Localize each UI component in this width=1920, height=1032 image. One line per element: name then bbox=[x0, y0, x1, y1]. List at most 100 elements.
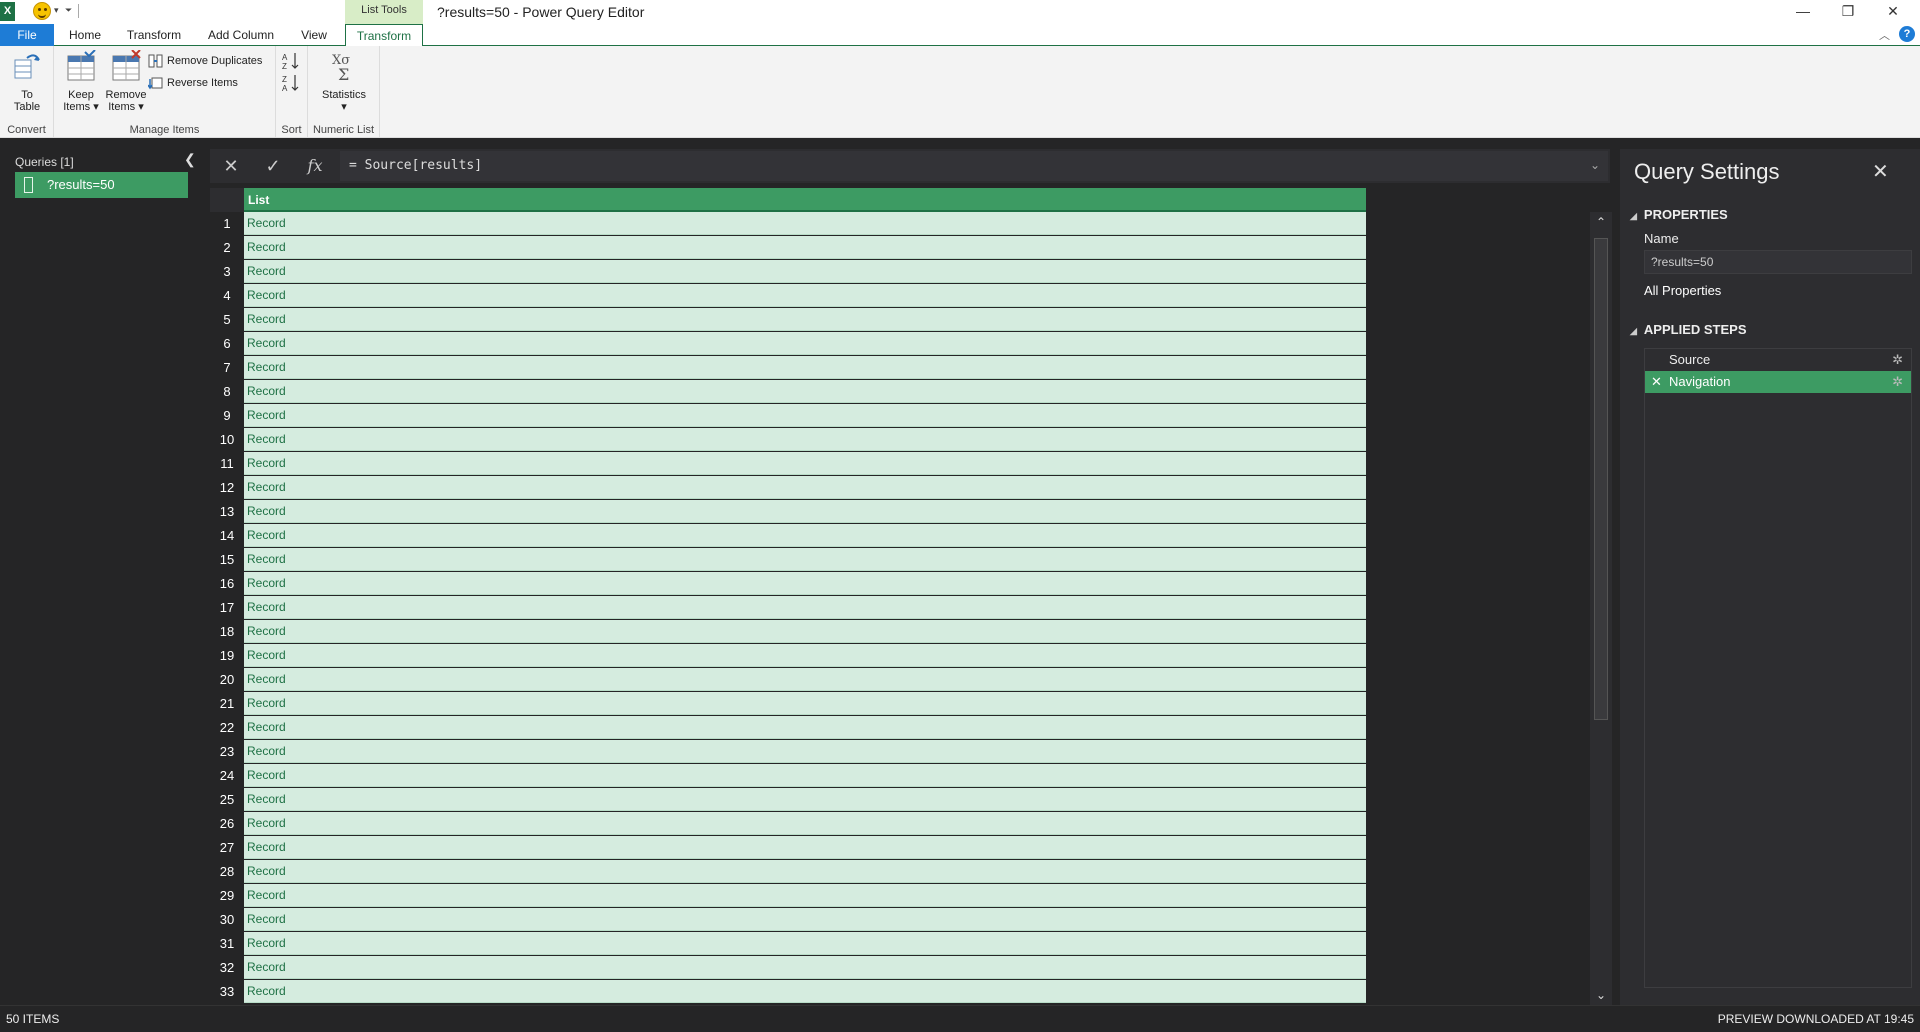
query-name-input[interactable]: ?results=50 bbox=[1644, 250, 1912, 274]
scroll-down-icon[interactable]: ⌄ bbox=[1590, 985, 1612, 1005]
cancel-formula-icon[interactable]: ✕ bbox=[216, 153, 246, 179]
row-number[interactable]: 8 bbox=[210, 380, 244, 404]
record-cell[interactable]: Record bbox=[244, 668, 1366, 691]
customize-qat-icon[interactable]: ⏷ bbox=[65, 5, 72, 16]
remove-duplicates-button[interactable]: Remove Duplicates bbox=[148, 54, 262, 68]
record-cell[interactable]: Record bbox=[244, 284, 1366, 307]
keep-items-button[interactable]: Keep Items ▾ bbox=[60, 49, 102, 113]
record-cell[interactable]: Record bbox=[244, 476, 1366, 499]
table-row[interactable]: 29 Record bbox=[210, 884, 1366, 908]
row-number[interactable]: 33 bbox=[210, 980, 244, 1004]
formula-input[interactable]: = Source[results] bbox=[340, 151, 1608, 181]
row-number[interactable]: 21 bbox=[210, 692, 244, 716]
table-row[interactable]: 22 Record bbox=[210, 716, 1366, 740]
table-row[interactable]: 21 Record bbox=[210, 692, 1366, 716]
row-number[interactable]: 16 bbox=[210, 572, 244, 596]
collapse-queries-icon[interactable]: ❮ bbox=[184, 151, 196, 168]
row-number[interactable]: 28 bbox=[210, 860, 244, 884]
expand-formula-icon[interactable]: ⌄ bbox=[1590, 158, 1600, 172]
record-cell[interactable]: Record bbox=[244, 548, 1366, 571]
column-header-list[interactable]: List bbox=[244, 188, 1366, 212]
sort-ascending-button[interactable]: A Z bbox=[282, 52, 300, 73]
reverse-items-button[interactable]: Reverse Items bbox=[148, 76, 238, 90]
row-number[interactable]: 6 bbox=[210, 332, 244, 356]
table-row[interactable]: 24 Record bbox=[210, 764, 1366, 788]
sort-descending-button[interactable]: Z A bbox=[282, 74, 300, 95]
table-row[interactable]: 11 Record bbox=[210, 452, 1366, 476]
table-row[interactable]: 5 Record bbox=[210, 308, 1366, 332]
record-cell[interactable]: Record bbox=[244, 836, 1366, 859]
properties-section[interactable]: ◢ PROPERTIES bbox=[1630, 207, 1728, 222]
record-cell[interactable]: Record bbox=[244, 212, 1366, 235]
row-number[interactable]: 5 bbox=[210, 308, 244, 332]
record-cell[interactable]: Record bbox=[244, 692, 1366, 715]
table-row[interactable]: 31 Record bbox=[210, 932, 1366, 956]
row-number[interactable]: 22 bbox=[210, 716, 244, 740]
scroll-up-icon[interactable]: ⌃ bbox=[1590, 212, 1612, 232]
tab-transform[interactable]: Transform bbox=[120, 24, 188, 46]
record-cell[interactable]: Record bbox=[244, 908, 1366, 931]
tab-add-column[interactable]: Add Column bbox=[200, 24, 282, 46]
row-number[interactable]: 2 bbox=[210, 236, 244, 260]
record-cell[interactable]: Record bbox=[244, 788, 1366, 811]
row-number[interactable]: 31 bbox=[210, 932, 244, 956]
table-row[interactable]: 2 Record bbox=[210, 236, 1366, 260]
query-item[interactable]: ?results=50 bbox=[15, 172, 188, 198]
table-row[interactable]: 30 Record bbox=[210, 908, 1366, 932]
row-number[interactable]: 24 bbox=[210, 764, 244, 788]
collapse-ribbon-icon[interactable]: ︿ bbox=[1879, 27, 1890, 43]
record-cell[interactable]: Record bbox=[244, 572, 1366, 595]
tab-home[interactable]: Home bbox=[62, 24, 108, 46]
to-table-button[interactable]: To Table bbox=[6, 50, 48, 113]
table-row[interactable]: 26 Record bbox=[210, 812, 1366, 836]
row-number[interactable]: 17 bbox=[210, 596, 244, 620]
record-cell[interactable]: Record bbox=[244, 596, 1366, 619]
record-cell[interactable]: Record bbox=[244, 260, 1366, 283]
table-row[interactable]: 6 Record bbox=[210, 332, 1366, 356]
record-cell[interactable]: Record bbox=[244, 716, 1366, 739]
gear-icon[interactable]: ✲ bbox=[1892, 349, 1903, 371]
row-number[interactable]: 12 bbox=[210, 476, 244, 500]
record-cell[interactable]: Record bbox=[244, 644, 1366, 667]
statistics-button[interactable]: Xσ Σ Statistics ▾ bbox=[316, 50, 372, 113]
row-number[interactable]: 26 bbox=[210, 812, 244, 836]
applied-steps-section[interactable]: ◢ APPLIED STEPS bbox=[1630, 322, 1747, 337]
table-row[interactable]: 16 Record bbox=[210, 572, 1366, 596]
record-cell[interactable]: Record bbox=[244, 860, 1366, 883]
tab-view[interactable]: View bbox=[294, 24, 334, 46]
record-cell[interactable]: Record bbox=[244, 740, 1366, 763]
gear-icon[interactable]: ✲ bbox=[1892, 371, 1903, 393]
record-cell[interactable]: Record bbox=[244, 620, 1366, 643]
row-number[interactable]: 3 bbox=[210, 260, 244, 284]
record-cell[interactable]: Record bbox=[244, 956, 1366, 979]
row-number[interactable]: 18 bbox=[210, 620, 244, 644]
record-cell[interactable]: Record bbox=[244, 500, 1366, 523]
minimize-button[interactable]: — bbox=[1783, 0, 1823, 22]
restore-button[interactable]: ❐ bbox=[1828, 0, 1868, 22]
row-number[interactable]: 30 bbox=[210, 908, 244, 932]
table-row[interactable]: 23 Record bbox=[210, 740, 1366, 764]
row-number[interactable]: 4 bbox=[210, 284, 244, 308]
row-number[interactable]: 9 bbox=[210, 404, 244, 428]
row-number[interactable]: 14 bbox=[210, 524, 244, 548]
row-number[interactable]: 15 bbox=[210, 548, 244, 572]
row-number[interactable]: 19 bbox=[210, 644, 244, 668]
table-row[interactable]: 7 Record bbox=[210, 356, 1366, 380]
row-number[interactable]: 13 bbox=[210, 500, 244, 524]
table-row[interactable]: 4 Record bbox=[210, 284, 1366, 308]
table-row[interactable]: 10 Record bbox=[210, 428, 1366, 452]
close-button[interactable]: ✕ bbox=[1873, 0, 1913, 22]
record-cell[interactable]: Record bbox=[244, 356, 1366, 379]
step-navigation[interactable]: ✕ Navigation ✲ bbox=[1645, 371, 1911, 393]
scroll-thumb[interactable] bbox=[1594, 238, 1608, 720]
all-properties-link[interactable]: All Properties bbox=[1644, 283, 1721, 298]
tab-file[interactable]: File bbox=[0, 24, 54, 46]
table-row[interactable]: 27 Record bbox=[210, 836, 1366, 860]
step-source[interactable]: Source ✲ bbox=[1645, 349, 1911, 371]
remove-items-button[interactable]: Remove Items ▾ bbox=[102, 49, 150, 113]
record-cell[interactable]: Record bbox=[244, 980, 1366, 1003]
record-cell[interactable]: Record bbox=[244, 812, 1366, 835]
row-number[interactable]: 10 bbox=[210, 428, 244, 452]
row-number[interactable]: 1 bbox=[210, 212, 244, 236]
row-number[interactable]: 29 bbox=[210, 884, 244, 908]
